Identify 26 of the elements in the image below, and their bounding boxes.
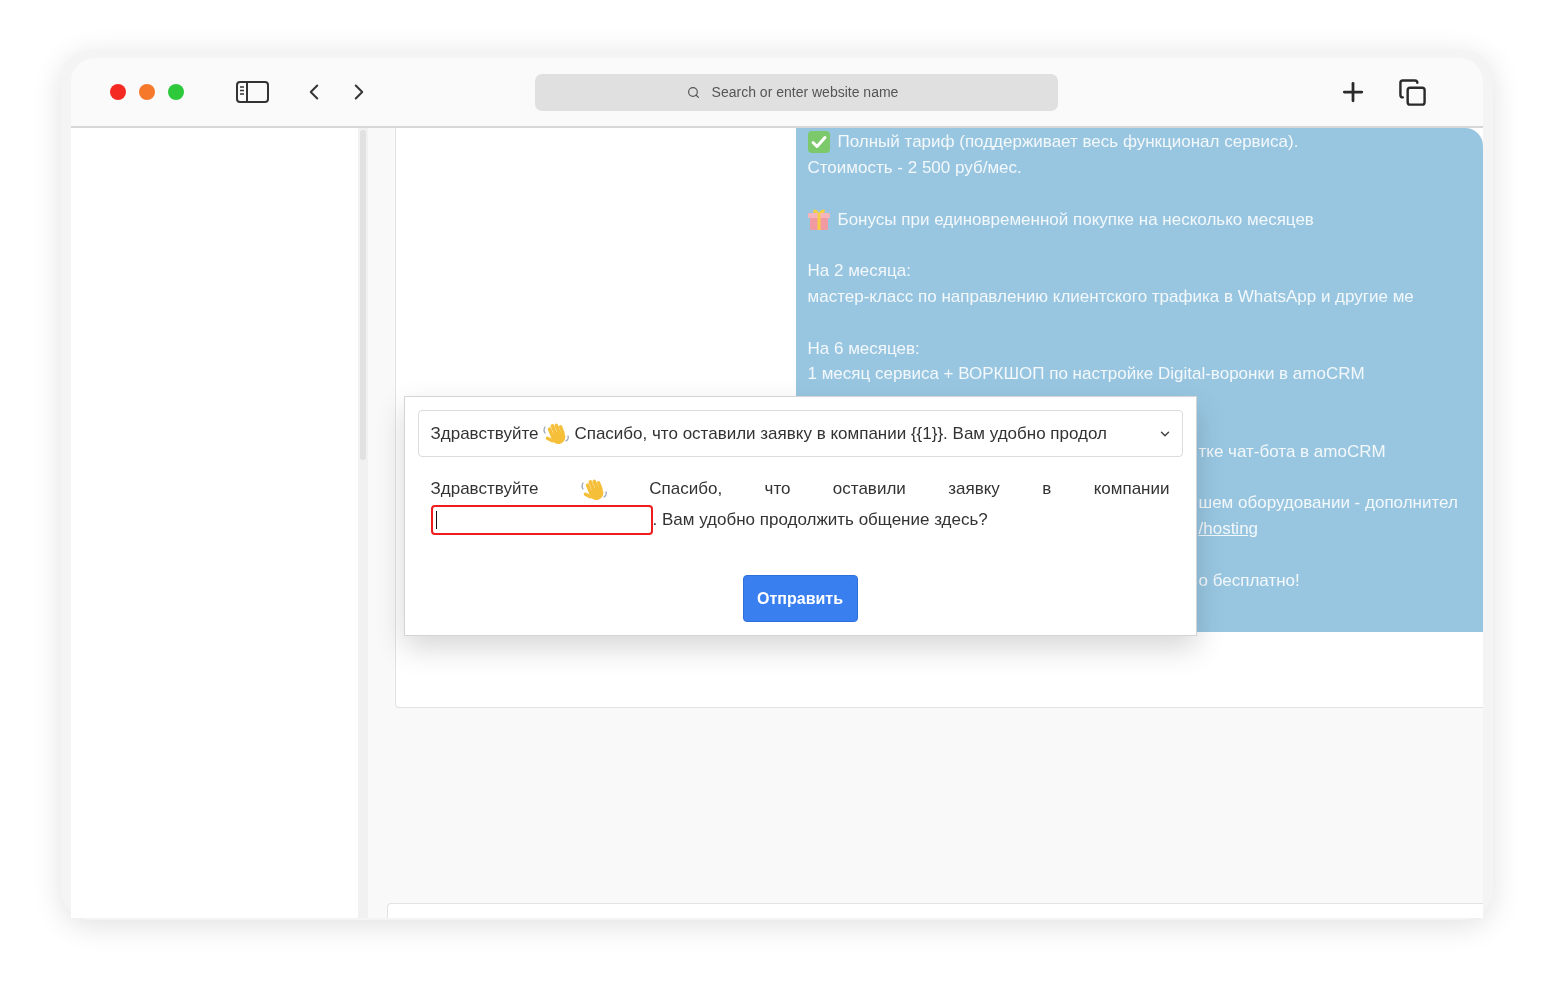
message-text: Бонусы при единовременной покупке на несколько месяцев	[837, 208, 1314, 231]
message-text: тке чат-бота в amoCRM	[1198, 440, 1386, 463]
message-text: Полный тариф (поддерживает весь функционал сервиса).	[837, 131, 1299, 154]
minimize-window-icon[interactable]	[138, 84, 155, 100]
scrollbar-thumb[interactable]	[359, 130, 366, 460]
message-text: шем оборудовании - дополнител	[1198, 492, 1458, 515]
tabs-overview-icon[interactable]	[1397, 77, 1427, 107]
message-text: На 6 месяцев:	[807, 337, 920, 360]
company-name-field[interactable]	[430, 505, 653, 535]
sidebar-icon[interactable]	[235, 81, 269, 103]
preview-text: Здравствуйте	[430, 479, 539, 498]
send-button[interactable]: Отправить	[742, 575, 858, 622]
close-window-icon[interactable]	[109, 84, 126, 100]
check-mark-icon	[807, 130, 830, 153]
message-text: Стоимость - 2 500 руб/мес.	[807, 156, 1022, 179]
message-text: 1 месяц сервиса + ВОРКШОП по настройке Digital-воронки в amoCRM	[807, 363, 1365, 386]
template-select[interactable]: Здравствуйте Спасибо, что оставили заявку в компании {{1}}. Вам удобно продол	[417, 410, 1183, 457]
gift-icon	[807, 208, 830, 231]
message-text: мастер-класс по направлению клиентского трафика в WhatsApp и другие ме	[807, 285, 1414, 308]
message-text: о бесплатно!	[1198, 569, 1300, 592]
search-icon	[686, 85, 700, 99]
message-text: На 2 месяца:	[807, 260, 911, 283]
text-cursor-icon	[435, 511, 437, 529]
preview-text: . Вам удобно продолжить общение здесь?	[652, 509, 988, 532]
preview-text: Спасибо, что оставили заявку в компании	[649, 479, 1170, 498]
address-bar[interactable]: Search or enter website name	[534, 73, 1058, 111]
